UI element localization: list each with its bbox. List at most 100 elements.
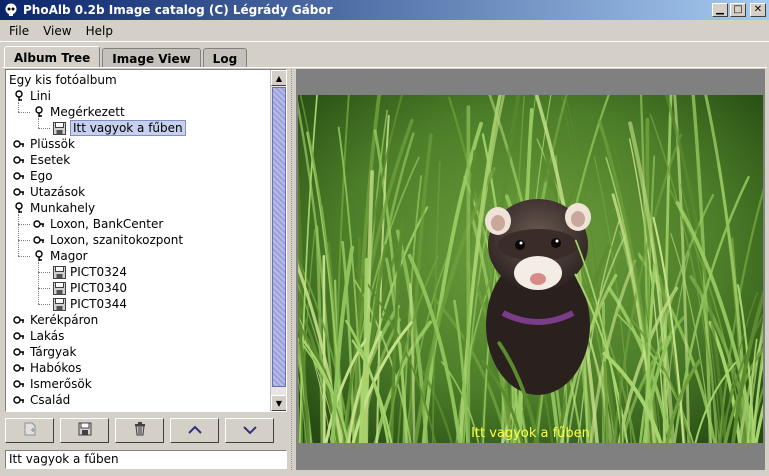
tree-item-folder[interactable]: Plüssök [12, 136, 75, 152]
tree-item-label: Kerékpáron [30, 313, 99, 327]
tree-item-label: Loxon, BankCenter [50, 217, 164, 231]
tree-item-image[interactable]: PICT0324 [52, 264, 127, 280]
minimize-button[interactable]: ▁ [712, 3, 728, 17]
collapsed-node-icon[interactable] [12, 185, 26, 199]
image-caption: Itt vagyok a fűben [471, 426, 590, 441]
collapsed-node-icon[interactable] [12, 169, 26, 183]
album-tree: Egy kis fotóalbum Lini Megérkezett Itt vag… [6, 70, 270, 411]
collapsed-node-icon[interactable] [32, 233, 46, 247]
tree-item-folder[interactable]: Lakás [12, 328, 64, 344]
chevron-down-icon [242, 424, 257, 438]
tree-item-folder[interactable]: Család [12, 392, 70, 408]
tab-divider [2, 67, 767, 68]
move-up-button[interactable] [170, 418, 219, 443]
tab-album-tree[interactable]: Album Tree [4, 46, 101, 68]
collapsed-node-icon[interactable] [12, 377, 26, 391]
scroll-thumb[interactable] [272, 87, 286, 387]
tree-item-folder[interactable]: Megérkezett [32, 104, 125, 120]
split-pane-divider[interactable] [289, 69, 295, 470]
title-bar: PhoAlb 0.2b Image catalog (C) Légrády Gá… [0, 0, 769, 20]
tab-image-view[interactable]: Image View [102, 48, 201, 68]
scroll-down-button[interactable]: ▼ [271, 395, 286, 411]
tree-connector [18, 240, 30, 241]
maximize-icon: □ [733, 4, 743, 15]
delete-button[interactable] [115, 418, 164, 443]
trash-icon [133, 422, 147, 439]
expanded-node-icon[interactable] [32, 105, 46, 119]
tree-item-label: PICT0340 [70, 281, 128, 295]
tree-item-label: Esetek [30, 153, 71, 167]
image-file-icon[interactable] [52, 297, 66, 311]
menu-file[interactable]: File [2, 24, 36, 38]
minimize-icon: ▁ [716, 4, 724, 15]
tree-root[interactable]: Egy kis fotóalbum [9, 72, 117, 88]
move-down-button[interactable] [225, 418, 274, 443]
tree-item-folder[interactable]: Magor [32, 248, 88, 264]
collapsed-node-icon[interactable] [12, 361, 26, 375]
tree-connector [18, 224, 30, 225]
expanded-node-icon[interactable] [12, 201, 26, 215]
tree-item-folder[interactable]: Utazások [12, 184, 85, 200]
save-button[interactable] [60, 418, 109, 443]
tree-item-folder[interactable]: Loxon, szanitokozpont [32, 232, 183, 248]
menu-view[interactable]: View [36, 24, 78, 38]
tree-connector [38, 304, 50, 305]
expanded-node-icon[interactable] [32, 249, 46, 263]
tree-item-image[interactable]: PICT0340 [52, 280, 127, 296]
new-image-button[interactable] [5, 418, 54, 443]
collapsed-node-icon[interactable] [32, 217, 46, 231]
close-button[interactable]: ✕ [750, 3, 766, 17]
tree-item-label: Utazások [30, 185, 86, 199]
tree-item-label: PICT0324 [70, 265, 128, 279]
collapsed-node-icon[interactable] [12, 313, 26, 327]
tree-item-label: Család [30, 393, 71, 407]
tree-item-folder[interactable]: Ismerősök [12, 376, 92, 392]
tree-item-folder[interactable]: Ego [12, 168, 53, 184]
tree-item-label: Ismerősök [30, 377, 92, 391]
tree-item-folder[interactable]: Esetek [12, 152, 70, 168]
tree-connector [18, 256, 30, 257]
collapsed-node-icon[interactable] [12, 393, 26, 407]
app-skull-icon [3, 2, 19, 18]
tree-scrollbar[interactable]: ▲ ▼ [270, 70, 286, 411]
tree-item-label: Megérkezett [50, 105, 125, 119]
image-file-icon[interactable] [52, 281, 66, 295]
collapsed-node-icon[interactable] [12, 137, 26, 151]
tree-item-folder[interactable]: Tárgyak [12, 344, 76, 360]
scroll-up-button[interactable]: ▲ [271, 70, 286, 86]
collapsed-node-icon[interactable] [12, 329, 26, 343]
collapsed-node-icon[interactable] [12, 153, 26, 167]
tree-connector [38, 128, 50, 129]
tab-strip: Album Tree Image View Log [4, 46, 249, 68]
tree-item-folder[interactable]: Habókos [12, 360, 81, 376]
expanded-node-icon[interactable] [12, 89, 26, 103]
tree-item-label: Magor [50, 249, 88, 263]
menu-help[interactable]: Help [79, 24, 120, 38]
window-title: PhoAlb 0.2b Image catalog (C) Légrády Gá… [23, 3, 333, 17]
tree-item-image[interactable]: PICT0344 [52, 296, 127, 312]
scroll-down-icon: ▼ [275, 398, 283, 408]
album-tree-panel: Egy kis fotóalbum Lini Megérkezett Itt vag… [5, 69, 287, 412]
chevron-up-icon [187, 424, 202, 438]
tree-connector [18, 112, 30, 113]
tree-toolbar [5, 418, 287, 444]
tree-item-label: Munkahely [30, 201, 96, 215]
tree-item-label: Lakás [30, 329, 65, 343]
tree-item-label: Habókos [30, 361, 82, 375]
tab-log[interactable]: Log [202, 48, 248, 68]
tree-connector [38, 118, 39, 128]
tree-item-folder[interactable]: Loxon, BankCenter [32, 216, 163, 232]
tree-item-label: Loxon, szanitokozpont [50, 233, 184, 247]
tree-item-folder[interactable]: Kerékpáron [12, 312, 98, 328]
collapsed-node-icon[interactable] [12, 345, 26, 359]
tree-item-label: Plüssök [30, 137, 75, 151]
tree-item-label: Tárgyak [30, 345, 77, 359]
new-image-icon [23, 422, 37, 439]
scroll-up-icon: ▲ [275, 73, 283, 83]
selection-name-field[interactable]: Itt vagyok a fűben [5, 450, 287, 469]
maximize-button[interactable]: □ [730, 3, 746, 17]
tree-item-folder[interactable]: Munkahely [12, 200, 95, 216]
tree-item-image[interactable]: Itt vagyok a fűben [52, 120, 186, 136]
image-file-icon[interactable] [52, 121, 66, 135]
image-file-icon[interactable] [52, 265, 66, 279]
